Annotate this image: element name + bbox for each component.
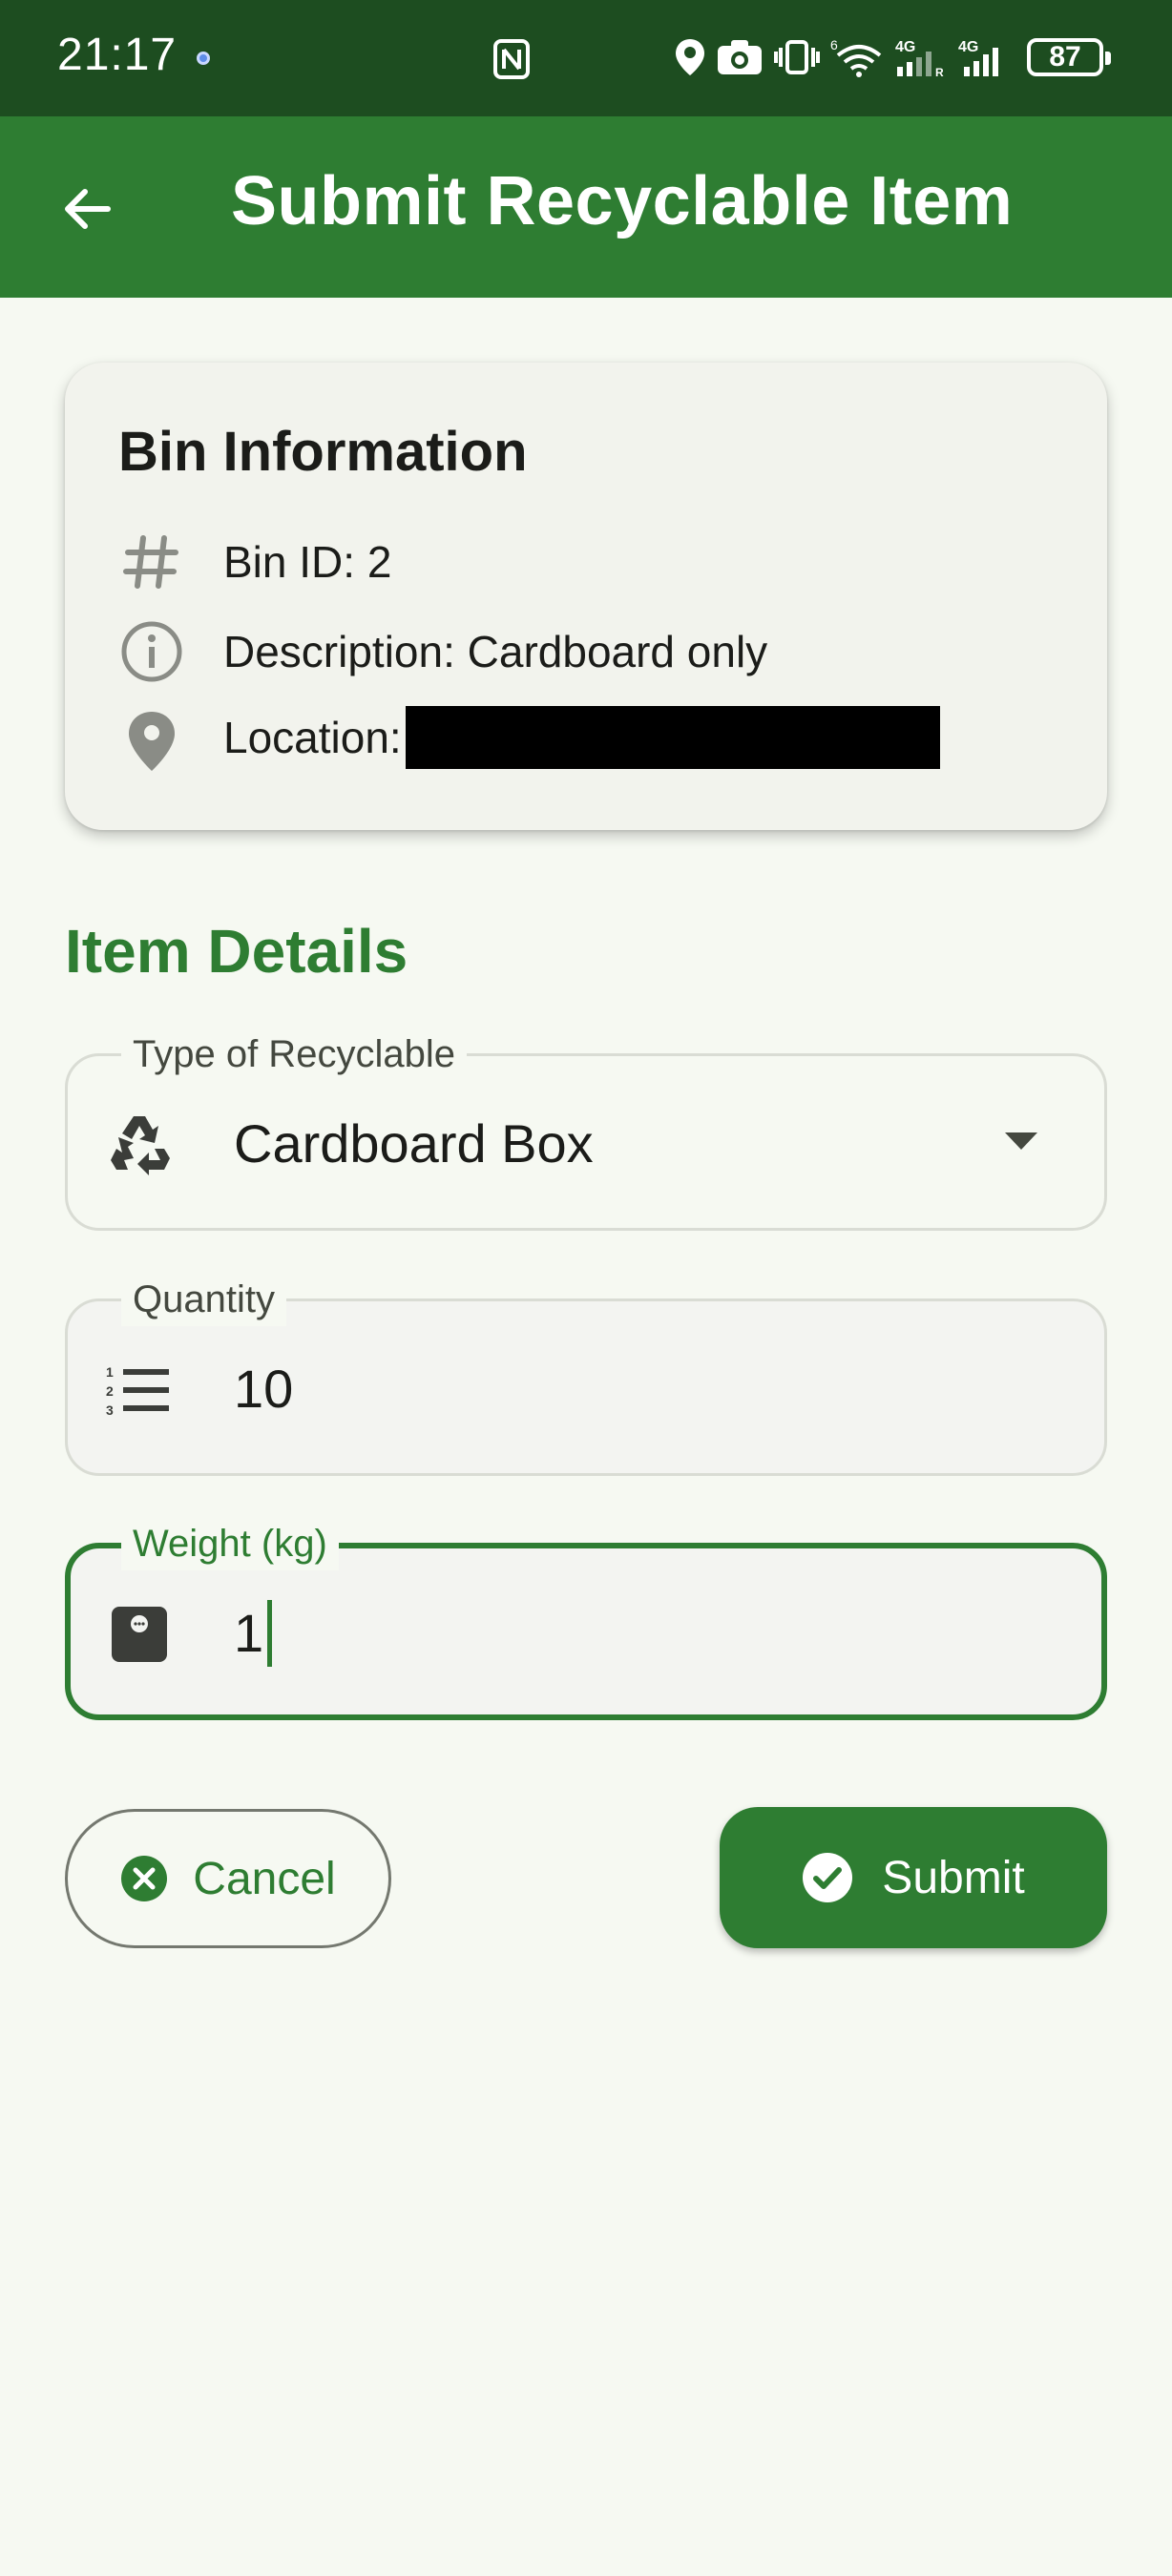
scale-icon (104, 1599, 175, 1670)
location-label: Location: (223, 713, 402, 763)
quantity-value: 10 (234, 1359, 294, 1419)
battery-level: 87 (1049, 41, 1081, 73)
location-icon (676, 39, 704, 75)
nfc-icon (492, 38, 531, 85)
signal-2-icon: 4G (958, 39, 998, 76)
numbered-list-icon: 1 2 3 (104, 1355, 175, 1425)
svg-text:2: 2 (106, 1383, 114, 1399)
item-details-title: Item Details (65, 917, 408, 986)
description-text: Description: Cardboard only (223, 627, 768, 676)
redacted-location (405, 706, 940, 769)
page-title: Submit Recyclable Item (231, 163, 1014, 239)
status-bar: 21:17 6 4G R 4G 87 (0, 0, 1172, 116)
vibrate-icon (774, 40, 820, 74)
status-time: 21:17 (57, 30, 178, 80)
battery-indicator: 87 (1027, 38, 1111, 76)
hash-icon (118, 529, 185, 595)
app-bar: Submit Recyclable Item (0, 116, 1172, 298)
dropdown-arrow-icon (1003, 1131, 1039, 1156)
back-button[interactable] (53, 176, 120, 242)
bin-info-title: Bin Information (118, 421, 528, 483)
cancel-icon (121, 1856, 168, 1901)
bin-id-text: Bin ID: 2 (223, 537, 392, 587)
svg-text:3: 3 (106, 1402, 114, 1418)
weight-value: 1 (234, 1603, 264, 1663)
description-row: Description: Cardboard only (118, 618, 767, 685)
network-2-label: 4G (958, 39, 978, 55)
quantity-field[interactable]: Quantity 1 2 3 10 (65, 1273, 1107, 1476)
status-icons: 6 4G R 4G 87 (674, 32, 1111, 82)
network-1-label: 4G (895, 39, 915, 55)
arrow-back-icon (65, 189, 111, 229)
bin-id-row: Bin ID: 2 (118, 529, 391, 595)
location-pin-icon (118, 708, 185, 775)
submit-button[interactable]: Submit (720, 1807, 1107, 1948)
notification-dot-icon (197, 52, 210, 65)
wifi-badge: 6 (830, 37, 838, 52)
cancel-button[interactable]: Cancel (65, 1809, 391, 1948)
location-text: Location: (223, 706, 940, 773)
quantity-label: Quantity (121, 1273, 286, 1326)
weight-input[interactable]: 1 (234, 1600, 273, 1671)
info-icon (118, 618, 185, 685)
weight-field[interactable]: Weight (kg) 1 (65, 1517, 1107, 1720)
svg-text:1: 1 (106, 1364, 114, 1380)
svg-text:R: R (935, 66, 944, 78)
signal-1-icon: 4G R (895, 39, 944, 78)
cancel-label: Cancel (193, 1853, 336, 1904)
recyclable-type-dropdown[interactable]: Type of Recyclable Cardboard Box (65, 1028, 1107, 1231)
bin-info-card: Bin Information Bin ID: 2 Description: C… (65, 363, 1107, 830)
camera-icon (718, 40, 762, 74)
recyclable-type-value: Cardboard Box (234, 1113, 594, 1174)
weight-label: Weight (kg) (121, 1517, 339, 1570)
submit-label: Submit (882, 1852, 1025, 1903)
location-row: Location: (118, 706, 940, 775)
recycle-icon (104, 1110, 175, 1180)
check-circle-icon (803, 1853, 853, 1902)
recyclable-type-label: Type of Recyclable (121, 1028, 467, 1081)
text-cursor (267, 1600, 273, 1668)
wifi-icon: 6 (830, 37, 882, 77)
